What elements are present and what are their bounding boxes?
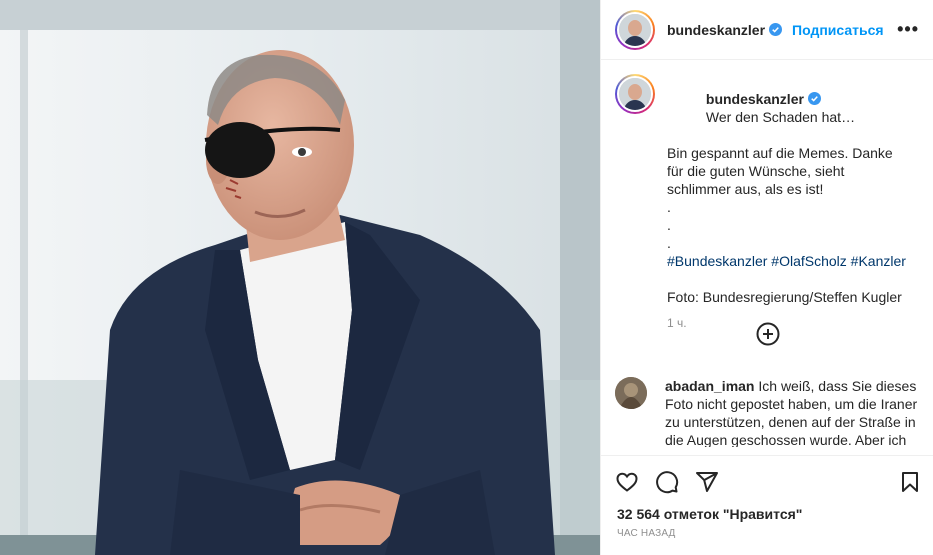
more-icon[interactable]: ••• xyxy=(897,19,919,40)
bookmark-icon[interactable] xyxy=(898,470,922,494)
action-icons xyxy=(601,456,933,500)
avatar-image xyxy=(615,377,647,409)
caption-timestamp[interactable]: 1 ч. xyxy=(667,314,907,332)
share-icon[interactable] xyxy=(695,470,719,494)
caption-line-2: Bin gespannt auf die Memes. Danke für di… xyxy=(667,145,897,197)
post-side-panel: bundeskanzler Подписаться ••• bundeskanz… xyxy=(600,0,933,555)
caption-dot-1: . xyxy=(667,199,671,215)
caption-author-avatar[interactable] xyxy=(615,74,655,114)
hashtag-link[interactable]: #OlafScholz xyxy=(771,253,846,269)
verified-icon xyxy=(807,92,821,105)
post-caption: bundeskanzler Wer den Schaden hat… Bin g… xyxy=(601,60,933,332)
comment-icon[interactable] xyxy=(655,470,679,494)
hashtag-link[interactable]: #Bundeskanzler xyxy=(667,253,767,269)
heart-icon[interactable] xyxy=(615,470,639,494)
instagram-post-dialog: bundeskanzler Подписаться ••• bundeskanz… xyxy=(0,0,933,555)
post-actions: 32 564 отметок "Нравится" ЧАС НАЗАД xyxy=(601,455,933,555)
author-username[interactable]: bundeskanzler xyxy=(667,22,765,38)
comment-body: abadan_iman Ich weiß, dass Sie dieses Fo… xyxy=(665,377,920,447)
caption-dot-2: . xyxy=(667,217,671,233)
verified-icon xyxy=(769,23,783,36)
avatar-image xyxy=(619,78,651,110)
author-avatar[interactable] xyxy=(615,9,655,50)
hashtag-link[interactable]: #Kanzler xyxy=(851,253,906,269)
commenter-username[interactable]: abadan_iman xyxy=(665,378,754,394)
likes-count[interactable]: 32 564 отметок "Нравится" xyxy=(601,500,933,522)
caption-dot-3: . xyxy=(667,235,671,251)
comment-item: abadan_iman Ich weiß, dass Sie dieses Fo… xyxy=(615,377,920,447)
caption-author[interactable]: bundeskanzler xyxy=(706,91,804,107)
caption-credit: Foto: Bundesregierung/Steffen Kugler xyxy=(667,289,902,305)
add-circle-icon[interactable] xyxy=(756,322,780,346)
caption-body: bundeskanzler Wer den Schaden hat… Bin g… xyxy=(667,72,907,332)
caption-line-1: Wer den Schaden hat… xyxy=(705,109,856,125)
caption-hashtags: #Bundeskanzler #OlafScholz #Kanzler xyxy=(667,252,907,270)
post-photo xyxy=(0,0,600,555)
follow-button[interactable]: Подписаться xyxy=(792,22,884,38)
post-image[interactable] xyxy=(0,0,600,555)
post-header: bundeskanzler Подписаться ••• xyxy=(601,0,933,60)
commenter-avatar[interactable] xyxy=(615,377,647,409)
avatar-image xyxy=(619,13,651,46)
post-age: ЧАС НАЗАД xyxy=(617,528,676,539)
